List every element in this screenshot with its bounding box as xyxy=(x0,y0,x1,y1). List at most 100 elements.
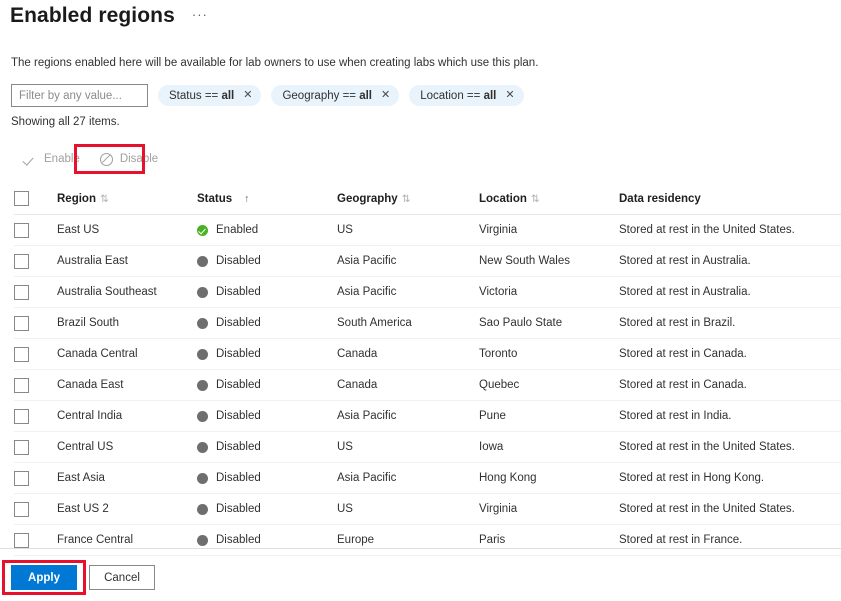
results-count-label: Showing all 27 items. xyxy=(11,116,120,128)
disable-button[interactable]: Disable xyxy=(90,146,168,172)
cell-data-residency: Stored at rest in Canada. xyxy=(619,348,747,360)
cell-location: Pune xyxy=(479,410,506,422)
filter-pill-location[interactable]: Location == all ✕ xyxy=(409,85,524,106)
row-checkbox[interactable] xyxy=(14,532,29,548)
cell-location: Virginia xyxy=(479,503,518,515)
cell-region: Australia East xyxy=(57,255,128,267)
table-row[interactable]: East US 2 Disabled US Virginia Stored at res… xyxy=(14,494,841,525)
row-select-cell xyxy=(14,470,57,486)
sort-icon: ⇅ xyxy=(401,192,411,205)
row-checkbox[interactable] xyxy=(14,315,29,331)
cell-status: Disabled xyxy=(197,503,337,515)
cell-status: Disabled xyxy=(197,441,337,453)
cell-status: Disabled xyxy=(197,286,337,298)
table-row[interactable]: France Central Disabled Europe Paris Stored … xyxy=(14,525,841,556)
column-header-location[interactable]: Location ⇅ xyxy=(479,193,619,205)
row-select-cell xyxy=(14,408,57,424)
row-checkbox[interactable] xyxy=(14,253,29,269)
cell-location: Toronto xyxy=(479,348,518,360)
row-checkbox[interactable] xyxy=(14,377,29,393)
sort-icon-active: ↑ xyxy=(244,192,250,205)
cell-data-residency: Stored at rest in Australia. xyxy=(619,286,751,298)
enable-button-label: Enable xyxy=(44,153,80,165)
cell-status-label: Disabled xyxy=(216,410,261,422)
row-checkbox[interactable] xyxy=(14,346,29,362)
status-disabled-icon xyxy=(197,348,208,360)
cell-region: East US 2 xyxy=(57,503,109,515)
cell-geography: US xyxy=(337,441,353,453)
row-checkbox[interactable] xyxy=(14,470,29,486)
cell-data-residency: Stored at rest in the United States. xyxy=(619,224,795,236)
cell-status-label: Disabled xyxy=(216,379,261,391)
cell-status: Disabled xyxy=(197,348,337,360)
row-select-cell xyxy=(14,439,57,455)
column-header-data-residency[interactable]: Data residency xyxy=(619,193,841,205)
select-all-cell xyxy=(14,191,57,206)
cell-status-label: Enabled xyxy=(216,224,259,236)
row-select-cell xyxy=(14,346,57,362)
cell-status: Disabled xyxy=(197,255,337,267)
row-checkbox[interactable] xyxy=(14,439,29,455)
close-icon[interactable]: ✕ xyxy=(243,90,252,101)
cell-geography: US xyxy=(337,224,353,236)
row-checkbox[interactable] xyxy=(14,284,29,300)
cell-geography: South America xyxy=(337,317,412,329)
table-row[interactable]: East Asia Disabled Asia Pacific Hong Kong St… xyxy=(14,463,841,494)
cell-region: Brazil South xyxy=(57,317,120,329)
cell-region: Australia Southeast xyxy=(57,286,157,298)
cell-region: France Central xyxy=(57,534,134,546)
cell-data-residency: Stored at rest in the United States. xyxy=(619,503,795,515)
row-checkbox[interactable] xyxy=(14,501,29,517)
cell-data-residency: Stored at rest in Hong Kong. xyxy=(619,472,765,484)
cell-region: Canada East xyxy=(57,379,124,391)
filter-pill-geography[interactable]: Geography == all ✕ xyxy=(271,85,400,106)
apply-button[interactable]: Apply xyxy=(11,565,77,590)
close-icon[interactable]: ✕ xyxy=(381,90,390,101)
search-input[interactable] xyxy=(11,84,148,107)
cell-geography: Asia Pacific xyxy=(337,286,397,298)
row-checkbox[interactable] xyxy=(14,222,29,238)
filter-pill-status-text: Status == all xyxy=(169,90,234,102)
cell-status: Disabled xyxy=(197,534,337,546)
row-checkbox[interactable] xyxy=(14,408,29,424)
cell-geography: Asia Pacific xyxy=(337,472,397,484)
cell-status-label: Disabled xyxy=(216,441,261,453)
table-row[interactable]: Canada Central Disabled Canada Toronto Store… xyxy=(14,339,841,370)
row-select-cell xyxy=(14,284,57,300)
table-row[interactable]: Canada East Disabled Canada Quebec Stored at… xyxy=(14,370,841,401)
filter-pill-geography-operator: == xyxy=(342,89,357,102)
cancel-button[interactable]: Cancel xyxy=(89,565,155,590)
cell-geography: Europe xyxy=(337,534,375,546)
column-header-geography-label: Geography xyxy=(337,192,398,205)
column-header-status[interactable]: Status ↑ xyxy=(197,193,337,205)
status-disabled-icon xyxy=(197,534,208,546)
table-row[interactable]: Australia East Disabled Asia Pacific New So… xyxy=(14,246,841,277)
cell-data-residency: Stored at rest in Brazil. xyxy=(619,317,736,329)
cell-region: Canada Central xyxy=(57,348,138,360)
cell-data-residency: Stored at rest in Canada. xyxy=(619,379,747,391)
table-row[interactable]: East US Enabled US Virginia Stored at rest i… xyxy=(14,215,841,246)
close-icon[interactable]: ✕ xyxy=(505,90,514,101)
blade-description: The regions enabled here will be availab… xyxy=(11,57,539,69)
row-select-cell xyxy=(14,532,57,548)
filter-pill-status[interactable]: Status == all ✕ xyxy=(158,85,262,106)
column-header-geography[interactable]: Geography ⇅ xyxy=(337,193,479,205)
table-row[interactable]: Brazil South Disabled South America Sao Pau… xyxy=(14,308,841,339)
cell-status: Disabled xyxy=(197,472,337,484)
cell-geography: Asia Pacific xyxy=(337,255,397,267)
table-row[interactable]: Central US Disabled US Iowa Stored at rest i… xyxy=(14,432,841,463)
status-disabled-icon xyxy=(197,255,208,267)
filter-pill-location-field: Location xyxy=(420,89,464,102)
cell-location: Iowa xyxy=(479,441,504,453)
filter-pill-geography-text: Geography == all xyxy=(282,90,372,102)
cell-location: Virginia xyxy=(479,224,518,236)
column-header-region[interactable]: Region ⇅ xyxy=(57,193,197,205)
select-all-checkbox[interactable] xyxy=(14,191,29,206)
filter-pill-status-operator: == xyxy=(204,89,219,102)
table-row[interactable]: Australia Southeast Disabled Asia Pacific V… xyxy=(14,277,841,308)
enable-button[interactable]: Enable xyxy=(14,146,90,172)
more-options-icon[interactable]: ··· xyxy=(189,1,211,29)
table-row[interactable]: Central India Disabled Asia Pacific Pune Sto… xyxy=(14,401,841,432)
cell-status-label: Disabled xyxy=(216,534,261,546)
row-select-cell xyxy=(14,253,57,269)
